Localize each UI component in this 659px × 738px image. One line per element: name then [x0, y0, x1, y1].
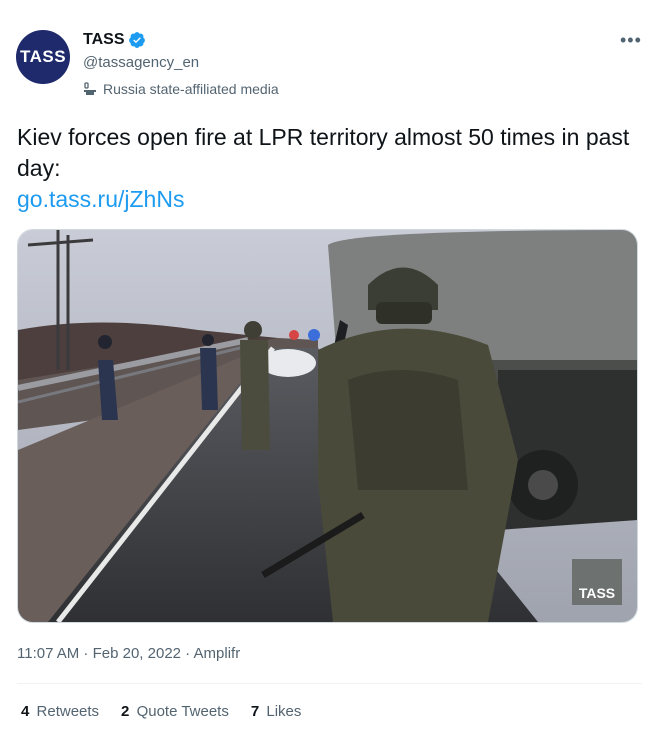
retweets-stat[interactable]: 4 Retweets [21, 703, 99, 720]
quote-tweets-stat[interactable]: 2 Quote Tweets [121, 703, 229, 720]
meta-separator-2: · [181, 645, 194, 662]
tweet-link[interactable]: go.tass.ru/jZhNs [17, 184, 642, 215]
tweet-body: Kiev forces open fire at LPR territory a… [17, 124, 630, 181]
photo-watermark: TASS [579, 585, 615, 601]
likes-label: Likes [266, 703, 302, 720]
state-media-label[interactable]: Russia state-affiliated media [83, 81, 279, 97]
divider [17, 683, 642, 684]
quote-tweets-count: 2 [121, 703, 130, 720]
more-dots-icon[interactable]: ••• [620, 30, 642, 51]
likes-stat[interactable]: 7 Likes [251, 703, 302, 720]
author-handle[interactable]: @tassagency_en [83, 54, 199, 71]
tweet-meta: 11:07 AM · Feb 20, 2022 · Amplifr [17, 645, 240, 662]
verified-badge-icon [129, 32, 146, 48]
avatar-logo-text: TASS [19, 47, 67, 66]
meta-separator-1: · [79, 645, 93, 662]
retweets-label: Retweets [36, 703, 100, 720]
state-media-label-text: Russia state-affiliated media [103, 81, 279, 97]
tweet-source[interactable]: Amplifr [194, 645, 241, 662]
author-name-row: TASS [83, 31, 146, 49]
tweet-date[interactable]: Feb 20, 2022 [93, 645, 181, 662]
likes-count: 7 [250, 703, 260, 720]
tweet-time[interactable]: 11:07 AM [17, 645, 79, 662]
quote-tweets-label: Quote Tweets [136, 703, 229, 720]
tweet-stats: 4 Retweets 2 Quote Tweets 7 Likes [21, 703, 323, 720]
author-name[interactable]: TASS [83, 31, 124, 49]
retweets-count: 4 [21, 703, 30, 720]
podium-icon [84, 82, 96, 95]
tweet-card: TASS TASS @tassagency_en Russia state-af… [0, 0, 659, 738]
avatar[interactable]: TASS [16, 30, 70, 84]
tweet-photo[interactable]: TASS [17, 229, 638, 623]
tweet-text: Kiev forces open fire at LPR territory a… [17, 122, 642, 215]
photo-image: TASS [18, 230, 637, 622]
